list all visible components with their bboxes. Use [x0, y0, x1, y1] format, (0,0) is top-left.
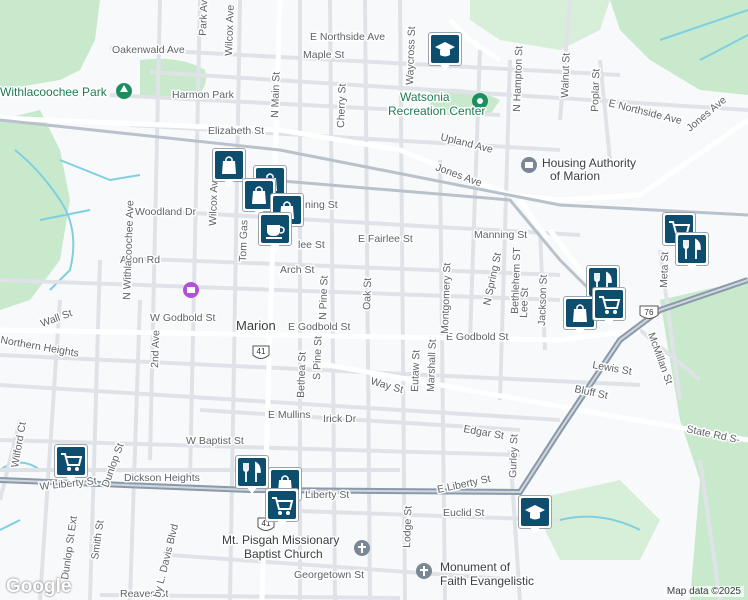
watsonia-label: Watsonia: [400, 90, 450, 104]
mt-pisgah-label: Mt. Pisgah Missionary: [222, 533, 339, 547]
shopping-bag-icon: [245, 181, 273, 209]
route-76-label: 76: [645, 308, 654, 317]
lodge-st-label: Lodge St: [401, 506, 414, 549]
route-41-label: 41: [257, 347, 266, 356]
housing-authority-label: Housing Authority: [542, 156, 636, 170]
woodland-dr-label: Woodland Dr: [135, 206, 197, 218]
irick-dr-label: Irick Dr: [323, 413, 357, 425]
n-pine-st-label: N Pine St: [317, 275, 331, 320]
route-41-shield: 41: [252, 345, 270, 359]
map-data-credit[interactable]: Map data ©2025: [663, 586, 744, 597]
cherry-st-label: Cherry St: [335, 83, 349, 128]
bethea-st-label: Bethea St: [295, 352, 309, 399]
2nd-ave-label: 2nd Ave: [149, 330, 162, 368]
liberty-label: Liberty St: [305, 489, 349, 501]
w-godbold-label: W Godbold St: [150, 312, 215, 324]
school-icon: [431, 35, 459, 63]
tom-gasque-label: Tom Gas: [237, 220, 250, 262]
e-godbold-label-2: E Godbold St: [446, 331, 509, 343]
jackson-st-label: Jackson St: [536, 274, 550, 326]
school-icon: [521, 498, 549, 526]
civic-pin-icon[interactable]: [183, 282, 199, 298]
wilcox-ave-label-2: Wilcox Ave: [223, 4, 237, 56]
poplar-st-label: Poplar St: [589, 68, 603, 112]
lee-st-label: Lee St: [518, 287, 531, 318]
waycross-st-label: Waycross St: [404, 26, 418, 85]
harmon-park-label: Harmon Park: [172, 89, 235, 101]
fairlee-w-label: lee St: [298, 239, 325, 251]
shopping-bag-icon: [215, 151, 243, 179]
eutaw-st-label: Eutaw St: [409, 350, 422, 392]
n-hampton-st-label: N Hampton St: [511, 46, 525, 112]
oak-st-label: Oak St: [361, 278, 374, 311]
dickson-heights-label: Dickson Heights: [124, 472, 200, 484]
oakenwald-ave-label: Oakenwald Ave: [112, 44, 185, 56]
recreation-center-label: Recreation Center: [388, 104, 485, 118]
shopping-cart-marker-2[interactable]: [592, 287, 626, 327]
e-fairlee-label: E Fairlee St: [358, 233, 413, 245]
restaurant-icon: [678, 235, 706, 263]
e-mullins-label: E Mullins: [268, 409, 311, 421]
church-pin-icon[interactable]: [354, 540, 370, 556]
dunlop-st-label: Dunlop St: [100, 442, 127, 490]
school-marker[interactable]: [428, 32, 462, 72]
town-label: Marion: [236, 318, 276, 333]
shopping-cart-icon: [268, 491, 296, 519]
civic-building-icon[interactable]: [521, 157, 537, 173]
elizabeth-st-label: Elizabeth St: [208, 125, 264, 137]
monument-label-2: Faith Evangelistic: [440, 574, 534, 588]
dunlop-st-ext-label: Dunlop St Ext: [59, 515, 80, 580]
marshall-st-label: Marshall St: [425, 339, 439, 392]
shopping-cart-icon: [57, 447, 85, 475]
e-northside-label: E Northside Ave: [310, 31, 385, 43]
shopping-cart-marker-4[interactable]: [265, 488, 299, 528]
edgar-st-label: Edgar St: [462, 423, 504, 442]
shopping-bag-marker[interactable]: [212, 148, 246, 188]
park-pin-icon[interactable]: [116, 83, 132, 99]
walnut-st-label: Walnut St: [559, 53, 573, 99]
coffee-marker[interactable]: [258, 212, 292, 252]
map-base-layer: 41 41 76 Marion Withlacoochee Park Watso…: [0, 0, 748, 600]
arch-st-label: Arch St: [280, 264, 315, 276]
shopping-cart-marker-3[interactable]: [54, 444, 88, 484]
euclid-st-label: Euclid St: [443, 507, 485, 519]
georgetown-st-label: Georgetown St: [294, 569, 364, 581]
monument-label: Monument of: [440, 560, 511, 574]
restaurant-icon: [238, 458, 266, 486]
coffee-cup-icon: [261, 215, 289, 243]
manning-w-label: ning St: [305, 199, 338, 211]
n-main-st-label: N Main St: [269, 72, 283, 119]
withlacoochee-park-label: Withlacoochee Park: [0, 85, 108, 99]
map-canvas[interactable]: 41 41 76 Marion Withlacoochee Park Watso…: [0, 0, 748, 600]
meta-st-label: Meta St: [658, 251, 671, 288]
shopping-bag-icon: [566, 299, 594, 327]
restaurant-marker[interactable]: [675, 232, 709, 272]
s-pine-st-label: S Pine St: [311, 336, 325, 380]
jones-ave-ne-label: Jones Ave: [684, 94, 729, 134]
maple-st-label: Maple St: [303, 49, 345, 61]
manning-st-label: Manning St: [474, 229, 527, 241]
google-logo[interactable]: Google: [6, 576, 71, 598]
shopping-cart-icon: [595, 290, 623, 318]
w-baptist-label: W Baptist St: [186, 435, 244, 447]
upland-ave-label: Upland Ave: [439, 131, 494, 156]
wilford-ct-label: Wilford Ct: [9, 421, 29, 469]
mt-pisgah-label-2: Baptist Church: [244, 547, 323, 561]
gurley-st-label: Gurley St: [507, 434, 521, 478]
church-pin-icon-2[interactable]: [416, 563, 432, 579]
park-ave-label: Park Ave: [197, 0, 210, 36]
e-godbold-label: E Godbold St: [288, 321, 351, 333]
restaurant-marker-3[interactable]: [235, 455, 269, 495]
housing-authority-label-2: of Marion: [550, 169, 600, 183]
school-marker-2[interactable]: [518, 495, 552, 535]
montgomery-st-label: Montgomery St: [439, 262, 453, 334]
route-76-shield: 76: [639, 305, 659, 319]
